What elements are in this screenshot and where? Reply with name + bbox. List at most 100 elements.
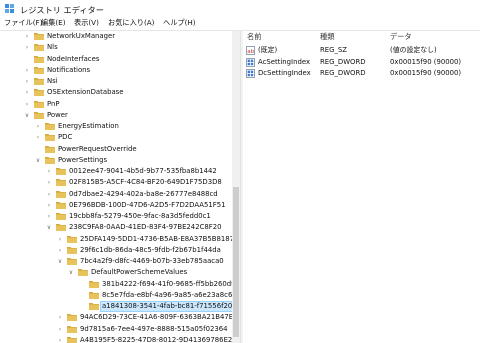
tree-vertical-scrollbar[interactable] — [232, 31, 240, 343]
chevron-right-icon[interactable]: › — [45, 189, 53, 200]
value-type: REG_DWORD — [320, 57, 366, 66]
tree-item-label: 0012ee47-9041-4b5d-9b77-535fba8b1442 — [69, 167, 217, 175]
folder-icon — [67, 258, 77, 265]
tree-item-label: EnergyEstimation — [58, 122, 119, 130]
chevron-right-icon[interactable]: › — [23, 65, 31, 76]
column-header-type[interactable]: 種類 — [320, 31, 334, 43]
chevron-down-icon[interactable]: ∨ — [45, 222, 53, 233]
tree-item[interactable]: › 02F815B5-A5CF-4C84-BF20-649D1F75D3D8 — [0, 177, 233, 188]
tree-item[interactable]: ∨ 238C9FA8-0AAD-41ED-83F4-97BE242C8F20 — [0, 222, 233, 233]
tree-scrollbar-thumb[interactable] — [233, 187, 239, 337]
tree-item-label: 238C9FA8-0AAD-41ED-83F4-97BE242C8F20 — [69, 223, 222, 232]
chevron-right-icon[interactable]: › — [23, 42, 31, 53]
folder-icon — [67, 336, 77, 343]
chevron-right-icon[interactable]: › — [34, 121, 42, 132]
column-header-name[interactable]: 名前 — [247, 31, 261, 43]
column-header-data[interactable]: データ — [390, 31, 412, 43]
registry-editor-window: レジストリ エディター ファイル(F) 編集(E) 表示(V) お気に入り(A)… — [0, 0, 480, 343]
tree-item-label: 02F815B5-A5CF-4C84-BF20-649D1F75D3D8 — [69, 178, 222, 187]
tree-item[interactable]: a1841308-3541-4fab-bc81-f71556f20b4a — [0, 301, 240, 312]
tree-item-label: Nsi — [47, 77, 58, 85]
chevron-right-icon[interactable]: › — [23, 76, 31, 87]
folder-icon — [56, 190, 66, 198]
folder-icon — [34, 33, 44, 40]
tree-item[interactable]: PowerRequestOverride — [0, 144, 233, 155]
tree-item[interactable]: › 0d7dbae2-4294-402a-ba8e-26777e8488cd — [0, 189, 233, 200]
chevron-right-icon[interactable]: › — [23, 99, 31, 110]
menu-view[interactable]: 表示(V) — [74, 18, 99, 28]
chevron-down-icon[interactable]: ∨ — [23, 110, 31, 121]
chevron-right-icon[interactable]: › — [45, 166, 53, 177]
key-tree-pane[interactable]: › NetworkUxManager › Nls NodeInterfaces › Noti… — [0, 31, 240, 343]
chevron-down-icon[interactable]: ∨ — [67, 267, 75, 278]
menu-favorites[interactable]: お気に入り(A) — [108, 18, 154, 28]
tree-item[interactable]: 381b4222-f694-41f0-9685-ff5bb260df2e — [0, 279, 240, 290]
tree-item-label: 29f6c1db-86da-48c5-9fdb-f2b67b1f44da — [80, 245, 221, 254]
tree-item[interactable]: › PDC — [0, 132, 233, 143]
tree-item[interactable]: ∨ Power — [0, 110, 233, 121]
chevron-down-icon[interactable]: ∨ — [34, 155, 42, 166]
chevron-right-icon[interactable]: › — [23, 87, 31, 98]
tree-item[interactable]: NodeInterfaces — [0, 54, 233, 65]
tree-item-label: 0E796BDB-100D-47D6-A2D5-F7D2DAA51F51 — [69, 200, 226, 209]
folder-icon — [45, 123, 55, 130]
chevron-right-icon[interactable]: › — [23, 31, 31, 42]
chevron-right-icon[interactable]: › — [56, 335, 64, 343]
value-row[interactable]: AcSettingIndex REG_DWORD 0x00015f90 (90000… — [243, 57, 480, 68]
value-data: (値の設定なし) — [390, 46, 437, 54]
chevron-down-icon[interactable]: ∨ — [56, 256, 64, 267]
tree-item[interactable]: › A4B195F5-8225-47D8-8012-9D41369786E2 — [0, 335, 233, 343]
tree-item[interactable]: › 94AC6D29-73CE-41A6-809F-6363BA21B47E — [0, 312, 233, 323]
menu-edit[interactable]: 編集(E) — [41, 18, 66, 28]
folder-icon — [67, 246, 77, 254]
string-value-icon: ab — [246, 46, 255, 55]
folder-icon — [67, 325, 77, 333]
folder-icon — [56, 213, 66, 220]
tree-item-label: 94AC6D29-73CE-41A6-809F-6363BA21B47E — [80, 313, 234, 322]
folder-icon — [34, 44, 44, 52]
chevron-right-icon[interactable]: › — [56, 312, 64, 323]
tree-item[interactable]: › Nls — [0, 42, 233, 53]
value-list-pane[interactable]: 名前 種類 データ ab (既定) REG_SZ (値の設定なし) AcSettingI… — [243, 31, 480, 343]
chevron-right-icon[interactable]: › — [56, 234, 64, 245]
tree-item[interactable]: › 0012ee47-9041-4b5d-9b77-535fba8b1442 — [0, 166, 233, 177]
value-row[interactable]: DcSettingIndex REG_DWORD 0x00015f90 (90000… — [243, 68, 480, 79]
tree-item[interactable]: ∨ DefaultPowerSchemeValues — [0, 267, 233, 278]
folder-icon — [67, 235, 77, 243]
tree-item-label: DefaultPowerSchemeValues — [91, 268, 188, 277]
chevron-right-icon[interactable]: › — [45, 177, 53, 188]
tree-item-label: 381b4222-f694-41f0-9685-ff5bb260df2e — [102, 279, 240, 288]
tree-item[interactable]: › PnP — [0, 99, 233, 110]
registry-editor-app-icon — [5, 4, 14, 13]
tree-item[interactable]: › 0E796BDB-100D-47D6-A2D5-F7D2DAA51F51 — [0, 200, 233, 211]
tree-item[interactable]: › EnergyEstimation — [0, 121, 233, 132]
menu-bar: ファイル(F) 編集(E) 表示(V) お気に入り(A) ヘルプ(H) — [0, 17, 480, 29]
chevron-right-icon[interactable]: › — [34, 132, 42, 143]
tree-item[interactable]: › OSExtensionDatabase — [0, 87, 233, 98]
tree-item[interactable]: › Notifications — [0, 65, 233, 76]
tree-item[interactable]: › Nsi — [0, 76, 233, 87]
chevron-right-icon[interactable]: › — [45, 211, 53, 222]
tree-item[interactable]: › NetworkUxManager — [0, 31, 233, 42]
tree-item[interactable]: › 29f6c1db-86da-48c5-9fdb-f2b67b1f44da — [0, 245, 233, 256]
chevron-right-icon[interactable]: › — [56, 245, 64, 256]
tree-item-label: Power — [47, 110, 68, 119]
chevron-right-icon[interactable]: › — [56, 324, 64, 335]
tree-item[interactable]: ∨ PowerSettings — [0, 155, 233, 166]
menu-help[interactable]: ヘルプ(H) — [163, 18, 196, 28]
tree-item[interactable]: 8c5e7fda-e8bf-4a96-9a85-a6e23a8c635c — [0, 290, 240, 301]
chevron-right-icon[interactable]: › — [45, 200, 53, 211]
menu-file[interactable]: ファイル(F) — [4, 18, 43, 28]
tree-item-label: OSExtensionDatabase — [47, 88, 124, 97]
tree-item[interactable]: › 19cbb8fa-5279-450e-9fac-8a3d5fedd0c1 — [0, 211, 233, 222]
tree-item[interactable]: › 9d7815a6-7ee4-497e-8888-515a05f02364 — [0, 324, 233, 335]
title-bar[interactable]: レジストリ エディター — [0, 0, 480, 17]
tree-item-label: Notifications — [47, 65, 91, 74]
tree-item-label: 0d7dbae2-4294-402a-ba8e-26777e8488cd — [69, 189, 218, 198]
binary-value-icon — [246, 57, 255, 67]
tree-item-label: PnP — [47, 99, 60, 108]
tree-item[interactable]: › 25DFA149-5DD1-4736-B5AB-E8A37B5B8187 — [0, 234, 234, 245]
folder-icon — [34, 89, 44, 97]
tree-item[interactable]: ∨ 7bc4a2f9-d8fc-4469-b07b-33eb785aaca0 — [0, 256, 233, 267]
value-row[interactable]: ab (既定) REG_SZ (値の設定なし) — [243, 45, 480, 56]
